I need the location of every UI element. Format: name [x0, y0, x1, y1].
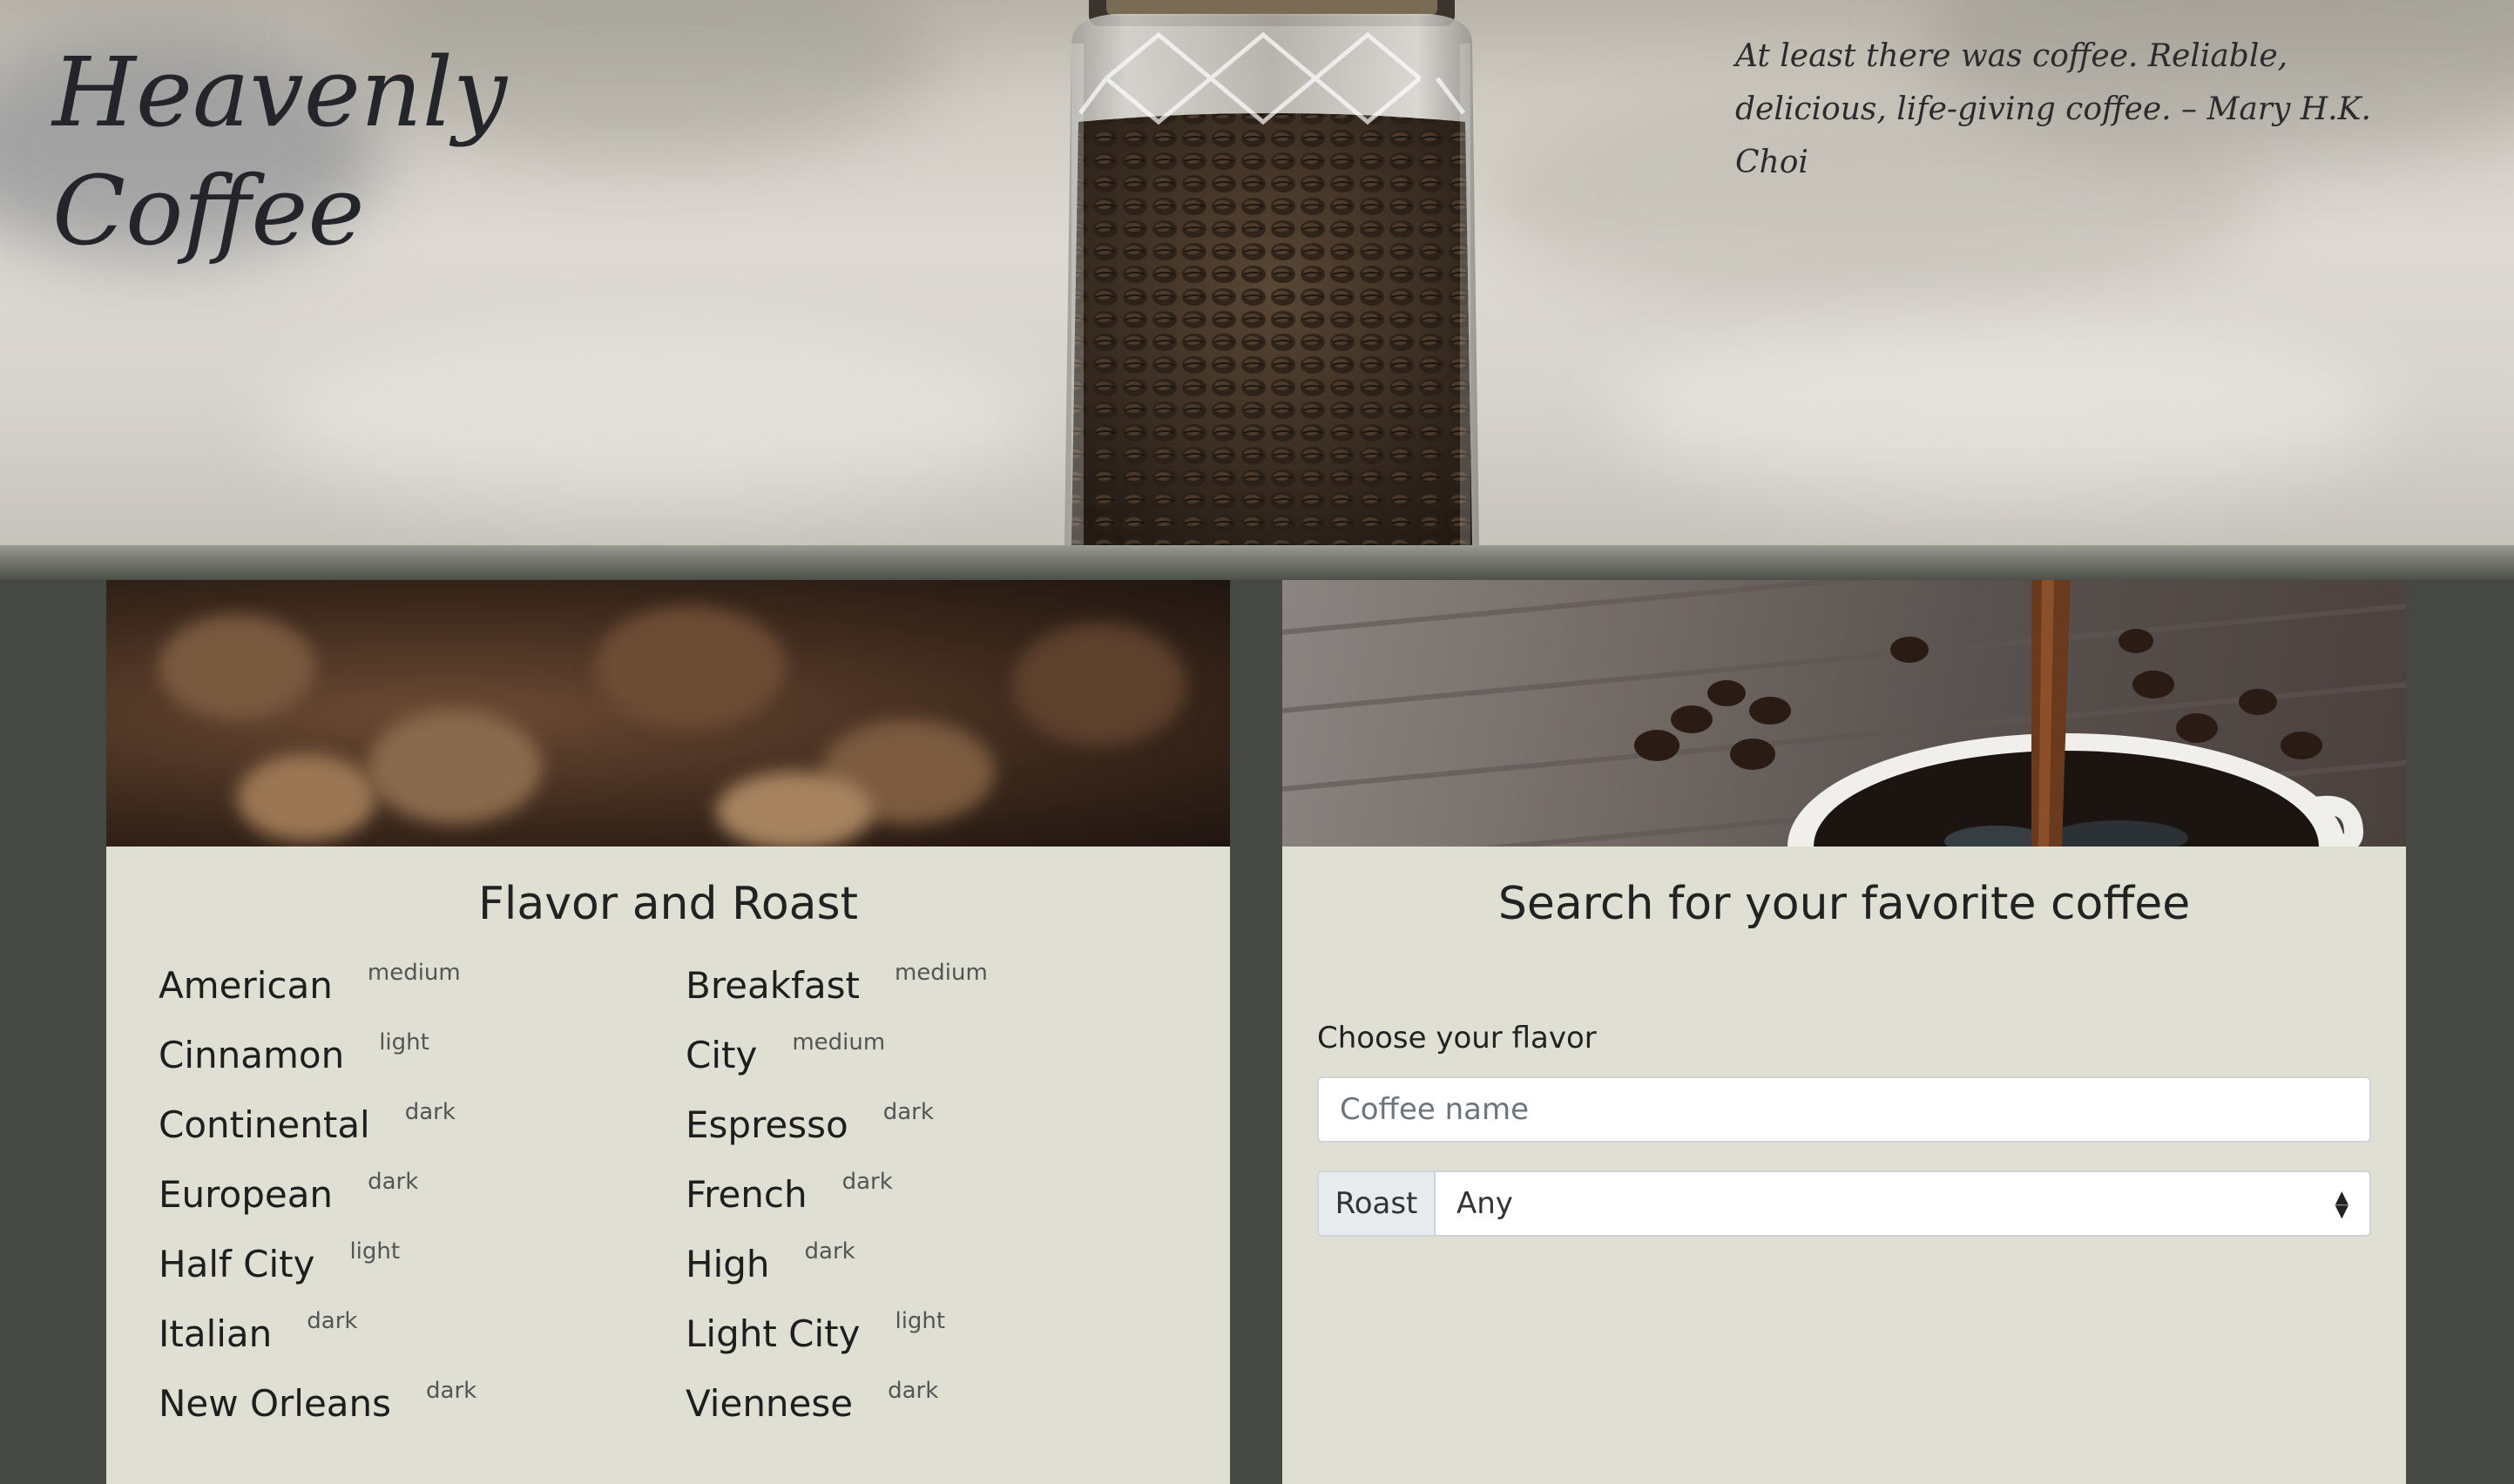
- flavor-item: Light City light: [686, 1308, 1204, 1357]
- roast-level-badge: medium: [792, 1029, 886, 1056]
- site-title-line2: Coffee: [52, 155, 365, 266]
- flavor-item: Half City light: [159, 1238, 686, 1287]
- roast-select[interactable]: Any ▲ ▼: [1434, 1170, 2371, 1237]
- flavor-item: European dark: [159, 1169, 686, 1218]
- flavor-roast-card: Flavor and Roast American medium Breakfast…: [106, 580, 1230, 1484]
- flavor-item: City medium: [686, 1029, 1204, 1078]
- roast-level-badge: medium: [894, 960, 988, 986]
- search-card: Search for your favorite coffee Choose y…: [1282, 580, 2406, 1484]
- bean-blur: [237, 754, 376, 841]
- flavor-name: Espresso: [686, 1103, 848, 1146]
- hero-divider: [0, 545, 2514, 580]
- caret-down-icon: ▼: [2335, 1200, 2348, 1221]
- flavor-name: Half City: [159, 1243, 315, 1285]
- roast-level-badge: dark: [404, 1099, 456, 1125]
- flavor-card-title: Flavor and Roast: [477, 878, 859, 930]
- flavor-item: Breakfast medium: [686, 960, 1204, 1008]
- flavor-list: American medium Breakfast medium Cinnamon lig…: [159, 960, 1204, 1427]
- cloud: [1612, 322, 2396, 496]
- coffee-beans-image: [106, 580, 1230, 847]
- flavor-name: Light City: [686, 1312, 861, 1355]
- flavor-item: Italian dark: [159, 1308, 686, 1357]
- flavor-item: Continental dark: [159, 1099, 686, 1148]
- flavor-name: French: [686, 1173, 808, 1216]
- site-title-line1: Heavenly: [52, 37, 508, 148]
- roast-level-badge: light: [379, 1029, 429, 1056]
- roast-level-badge: dark: [804, 1238, 855, 1265]
- roast-select-group: Roast Any ▲ ▼: [1317, 1170, 2371, 1237]
- roast-addon-label: Roast: [1317, 1170, 1434, 1237]
- flavor-item: French dark: [686, 1169, 1204, 1218]
- coffee-pour-image: [1282, 580, 2406, 847]
- bean-blur: [368, 711, 542, 824]
- bean-blur: [159, 615, 315, 719]
- flavor-name: Italian: [159, 1312, 273, 1355]
- roast-level-badge: light: [349, 1238, 401, 1265]
- header-quote: At least there was coffee. Reliable, del…: [1735, 38, 2371, 180]
- flavor-name: Continental: [159, 1103, 370, 1146]
- coffee-jar-image: [1064, 0, 1479, 545]
- roast-select-value: Any: [1456, 1186, 1513, 1221]
- flavor-item: American medium: [159, 960, 686, 1008]
- coffee-cup-illustration: [1282, 580, 2406, 847]
- flavor-item: New Orleans dark: [159, 1378, 686, 1427]
- roast-level-badge: dark: [882, 1099, 934, 1125]
- flavor-name: New Orleans: [159, 1382, 392, 1425]
- roast-level-badge: dark: [368, 1169, 419, 1195]
- bean-blur: [716, 772, 873, 847]
- flavor-name: City: [686, 1034, 758, 1076]
- search-card-title: Search for your favorite coffee: [1497, 878, 2191, 930]
- flavor-name: Viennese: [686, 1382, 854, 1425]
- roast-level-badge: dark: [307, 1308, 358, 1334]
- flavor-item: High dark: [686, 1238, 1204, 1287]
- flavor-item: Espresso dark: [686, 1099, 1204, 1148]
- roast-level-badge: dark: [841, 1169, 893, 1195]
- bean-blur: [594, 606, 786, 728]
- roast-level-badge: dark: [888, 1378, 939, 1404]
- flavor-name: High: [686, 1243, 770, 1285]
- select-caret-icon: ▲ ▼: [2335, 1188, 2348, 1221]
- flavor-item: Viennese dark: [686, 1378, 1204, 1427]
- roast-level-badge: dark: [426, 1378, 477, 1404]
- cloud: [261, 331, 1045, 505]
- flavor-field-label: Choose your flavor: [1317, 1021, 1597, 1056]
- flavor-name: American: [159, 964, 333, 1007]
- roast-level-badge: medium: [367, 960, 461, 986]
- flavor-name: European: [159, 1173, 334, 1216]
- flavor-name: Breakfast: [686, 964, 860, 1007]
- bean-blur: [1012, 624, 1186, 745]
- flavor-item: Cinnamon light: [159, 1029, 686, 1078]
- flavor-name: Cinnamon: [159, 1034, 345, 1076]
- coffee-name-input[interactable]: [1317, 1076, 2371, 1143]
- hero-banner: Heavenly Coffee At least there was coffe…: [0, 0, 2514, 545]
- roast-level-badge: light: [895, 1308, 946, 1334]
- site-title: Heavenly Coffee: [52, 33, 508, 270]
